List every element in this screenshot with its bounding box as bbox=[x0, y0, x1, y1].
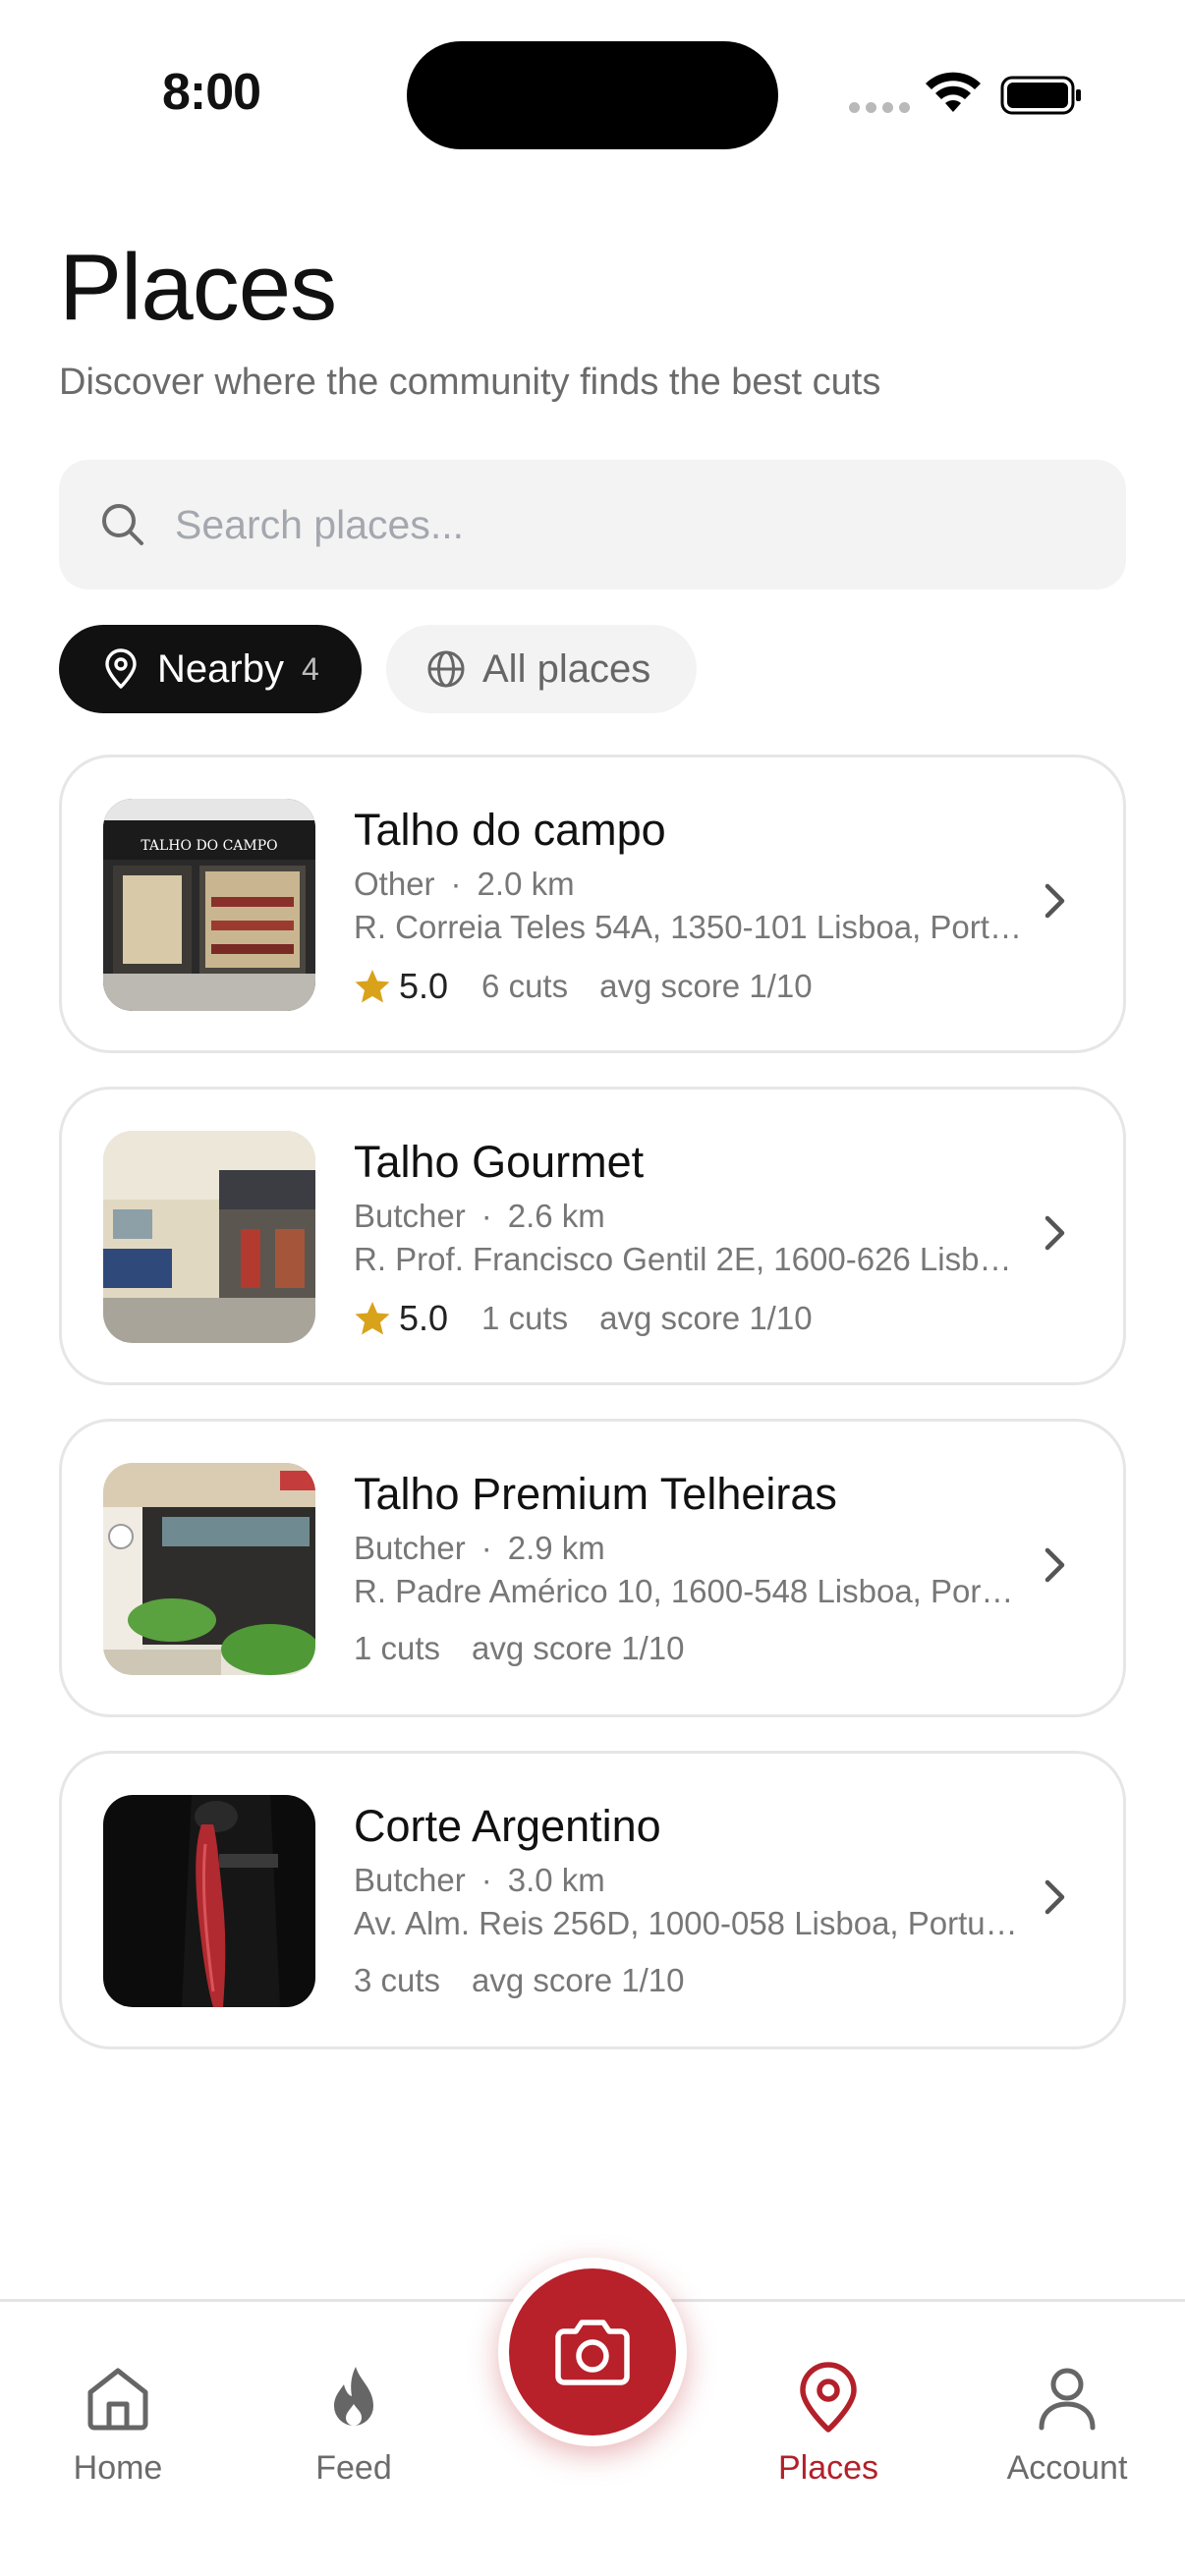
search-icon bbox=[102, 504, 143, 545]
place-rating: 5.0 bbox=[399, 966, 449, 1006]
place-avg-score: avg score 1/10 bbox=[472, 1962, 685, 1998]
place-name: Talho Premium Telheiras bbox=[354, 1469, 837, 1519]
tab-places[interactable]: Places bbox=[740, 2361, 917, 2488]
place-distance: 2.9 km bbox=[507, 1530, 605, 1566]
tab-feed[interactable]: Feed bbox=[265, 2361, 442, 2488]
place-stats: 5.0 6 cuts avg score 1/10 bbox=[354, 966, 813, 1007]
place-cuts: 3 cuts bbox=[354, 1962, 441, 1998]
place-avg-score: avg score 1/10 bbox=[599, 1300, 813, 1336]
place-photo bbox=[103, 1795, 315, 2007]
chevron-right-icon bbox=[1044, 1547, 1065, 1583]
place-meta: Butcher · 2.9 km bbox=[354, 1530, 605, 1567]
tab-home-label: Home bbox=[73, 2449, 163, 2487]
place-card[interactable]: Talho Gourmet Butcher · 2.6 km R. Prof. Fr… bbox=[59, 1087, 1126, 1385]
separator-dot: · bbox=[480, 1862, 492, 1898]
status-time: 8:00 bbox=[162, 64, 261, 121]
page-subtitle: Discover where the community finds the b… bbox=[59, 362, 881, 403]
place-photo: TALHO DO CAMPO bbox=[103, 799, 315, 1011]
place-card[interactable]: Talho Premium Telheiras Butcher · 2.9 km R… bbox=[59, 1419, 1126, 1717]
search-bar[interactable] bbox=[59, 460, 1126, 589]
place-stats: 1 cuts avg score 1/10 bbox=[354, 1630, 685, 1667]
globe-icon bbox=[427, 650, 465, 688]
separator-dot: · bbox=[480, 1198, 492, 1234]
chevron-right-icon bbox=[1044, 1879, 1065, 1915]
camera-button-inner bbox=[509, 2268, 676, 2436]
star-icon bbox=[355, 1302, 390, 1335]
place-category: Butcher bbox=[354, 1198, 466, 1234]
place-address: R. Prof. Francisco Gentil 2E, 1600-626 L… bbox=[354, 1241, 1022, 1277]
tab-feed-label: Feed bbox=[315, 2449, 392, 2487]
place-distance: 3.0 km bbox=[507, 1862, 605, 1898]
place-distance: 2.0 km bbox=[477, 866, 575, 902]
place-stats: 3 cuts avg score 1/10 bbox=[354, 1962, 685, 1999]
place-cuts: 6 cuts bbox=[481, 968, 569, 1004]
place-stats: 5.0 1 cuts avg score 1/10 bbox=[354, 1298, 813, 1339]
place-avg-score: avg score 1/10 bbox=[599, 968, 813, 1004]
place-avg-score: avg score 1/10 bbox=[472, 1630, 685, 1666]
map-pin-icon bbox=[105, 648, 137, 689]
place-category: Other bbox=[354, 866, 435, 902]
filter-chip-nearby-label: Nearby bbox=[157, 646, 284, 691]
camera-icon bbox=[555, 2320, 630, 2385]
wifi-icon bbox=[926, 72, 981, 112]
place-card[interactable]: TALHO DO CAMPO Talho do campo Other · 2.0 … bbox=[59, 755, 1126, 1053]
tab-places-label: Places bbox=[777, 2449, 879, 2487]
filter-chip-nearby[interactable]: Nearby 4 bbox=[59, 625, 362, 713]
page-title: Places bbox=[59, 235, 337, 340]
separator-dot: · bbox=[450, 866, 462, 902]
place-distance: 2.6 km bbox=[507, 1198, 605, 1234]
place-cuts: 1 cuts bbox=[481, 1300, 569, 1336]
star-icon bbox=[355, 970, 390, 1003]
place-cuts: 1 cuts bbox=[354, 1630, 441, 1666]
tab-home[interactable]: Home bbox=[29, 2361, 206, 2488]
filter-chip-all-places-label: All places bbox=[482, 646, 651, 691]
filter-chip-nearby-count: 4 bbox=[301, 650, 319, 687]
place-address: R. Padre Américo 10, 1600-548 Lisboa, Po… bbox=[354, 1573, 1022, 1609]
place-meta: Other · 2.0 km bbox=[354, 866, 575, 903]
chevron-right-icon bbox=[1044, 883, 1065, 919]
place-meta: Butcher · 3.0 km bbox=[354, 1862, 605, 1899]
places-screen: 8:00 Places Discover where the community… bbox=[0, 0, 1185, 2576]
cellular-signal-icon bbox=[849, 102, 910, 113]
home-icon bbox=[87, 2368, 148, 2431]
place-name: Talho Gourmet bbox=[354, 1137, 645, 1187]
place-card[interactable]: Corte Argentino Butcher · 3.0 km Av. Alm. … bbox=[59, 1751, 1126, 2049]
place-rating: 5.0 bbox=[399, 1298, 449, 1338]
user-icon bbox=[1039, 2368, 1096, 2431]
place-photo bbox=[103, 1131, 315, 1343]
place-name: Talho do campo bbox=[354, 805, 666, 855]
battery-icon bbox=[1000, 76, 1081, 115]
place-address: R. Correia Teles 54A, 1350-101 Lisboa, P… bbox=[354, 909, 1022, 945]
place-address: Av. Alm. Reis 256D, 1000-058 Lisboa, Por… bbox=[354, 1905, 1022, 1941]
place-name: Corte Argentino bbox=[354, 1801, 661, 1851]
place-category: Butcher bbox=[354, 1530, 466, 1566]
place-meta: Butcher · 2.6 km bbox=[354, 1198, 605, 1235]
tab-account-label: Account bbox=[1006, 2449, 1128, 2487]
map-pin-icon bbox=[800, 2362, 857, 2433]
tab-account[interactable]: Account bbox=[979, 2361, 1156, 2488]
place-category: Butcher bbox=[354, 1862, 466, 1898]
storefront-sign: TALHO DO CAMPO bbox=[141, 838, 277, 854]
camera-button[interactable] bbox=[498, 2258, 687, 2446]
chevron-right-icon bbox=[1044, 1215, 1065, 1251]
filter-chip-all-places[interactable]: All places bbox=[386, 625, 697, 713]
search-input[interactable] bbox=[175, 501, 1059, 548]
place-photo bbox=[103, 1463, 315, 1675]
dynamic-island bbox=[407, 41, 778, 149]
separator-dot: · bbox=[480, 1530, 492, 1566]
flame-icon bbox=[334, 2367, 373, 2426]
